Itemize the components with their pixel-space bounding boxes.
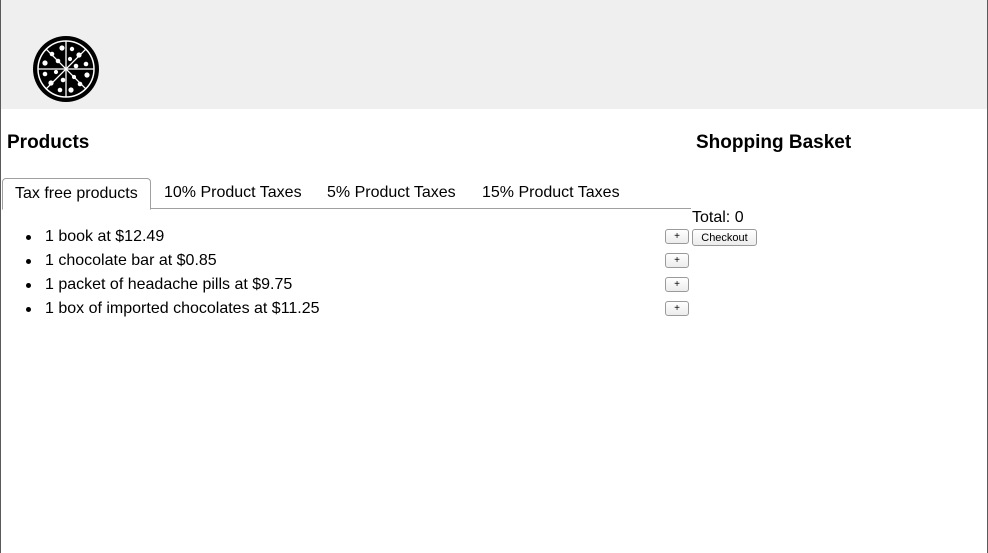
products-heading: Products xyxy=(7,132,90,153)
add-to-basket-button[interactable]: + xyxy=(665,277,689,292)
product-label: 1 packet of headache pills at $9.75 xyxy=(45,276,293,293)
pizza-icon[interactable] xyxy=(32,35,100,103)
list-item: 1 book at $12.49 + xyxy=(1,225,691,249)
product-label: 1 box of imported chocolates at $11.25 xyxy=(45,300,320,317)
bullet-icon xyxy=(26,307,31,312)
basket-total: Total: 0 xyxy=(692,209,744,226)
product-label: 1 book at $12.49 xyxy=(45,228,165,245)
add-to-basket-button[interactable]: + xyxy=(665,301,689,316)
list-item: 1 chocolate bar at $0.85 + xyxy=(1,249,691,273)
bullet-icon xyxy=(26,259,31,264)
product-list: 1 book at $12.49 + 1 chocolate bar at $0… xyxy=(1,225,691,321)
tab-tax-free-products[interactable]: Tax free products xyxy=(2,178,151,210)
product-tabs: Tax free products 10% Product Taxes 5% P… xyxy=(2,178,691,210)
add-to-basket-button[interactable]: + xyxy=(665,253,689,268)
checkout-button[interactable]: Checkout xyxy=(692,229,757,246)
tab-10-percent-product-taxes[interactable]: 10% Product Taxes xyxy=(152,178,314,209)
list-item: 1 box of imported chocolates at $11.25 + xyxy=(1,297,691,321)
list-item: 1 packet of headache pills at $9.75 + xyxy=(1,273,691,297)
bullet-icon xyxy=(26,235,31,240)
shopping-basket-heading: Shopping Basket xyxy=(696,132,852,153)
tab-15-percent-product-taxes[interactable]: 15% Product Taxes xyxy=(470,178,632,209)
header-bar xyxy=(1,0,987,109)
app-window: Products Shopping Basket Tax free produc… xyxy=(0,0,988,553)
add-to-basket-button[interactable]: + xyxy=(665,229,689,244)
tab-5-percent-product-taxes[interactable]: 5% Product Taxes xyxy=(315,178,468,209)
product-label: 1 chocolate bar at $0.85 xyxy=(45,252,217,269)
bullet-icon xyxy=(26,283,31,288)
